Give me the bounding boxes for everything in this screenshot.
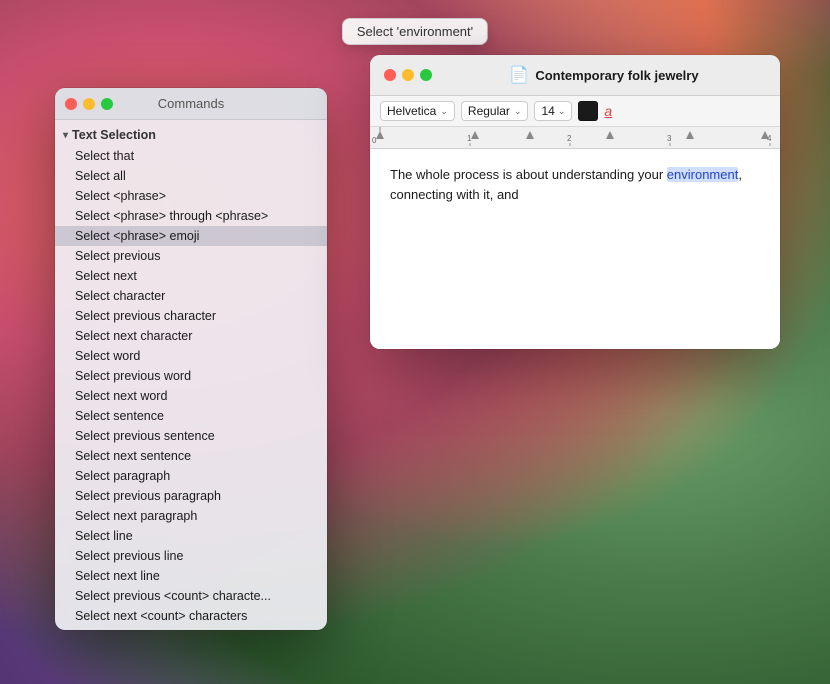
command-item[interactable]: Select paragraph [55,466,327,486]
font-style-arrow-icon: ⌄ [514,106,522,117]
font-size-arrow-icon: ⌄ [558,106,566,117]
editor-window: 📄 Contemporary folk jewelry Helvetica ⌄ … [370,55,780,349]
command-item[interactable]: Select previous paragraph [55,486,327,506]
commands-minimize-button[interactable] [83,98,95,110]
commands-items-list: Select thatSelect allSelect <phrase>Sele… [55,146,327,626]
font-size-selector[interactable]: 14 ⌄ [534,101,572,121]
text-before-highlight: The whole process is about understanding… [390,167,667,182]
command-item[interactable]: Select next [55,266,327,286]
document-icon: 📄 [509,65,529,85]
command-item[interactable]: Select that [55,146,327,166]
command-item[interactable]: Select next paragraph [55,506,327,526]
command-item[interactable]: Select <phrase> [55,186,327,206]
command-item[interactable]: Select previous [55,246,327,266]
command-item[interactable]: Select all [55,166,327,186]
svg-text:3: 3 [667,134,672,143]
command-item[interactable]: Select previous <count> characte... [55,586,327,606]
font-style-selector[interactable]: Regular ⌄ [461,101,529,121]
editor-maximize-button[interactable] [420,69,432,81]
editor-window-controls [384,69,432,81]
editor-close-button[interactable] [384,69,396,81]
svg-text:2: 2 [567,134,572,143]
editor-document-title: Contemporary folk jewelry [535,68,698,83]
editor-title-area: 📄 Contemporary folk jewelry [442,65,766,85]
command-item[interactable]: Select previous word [55,366,327,386]
commands-window-controls [65,98,113,110]
command-item[interactable]: Select <phrase> emoji [55,226,327,246]
editor-paragraph: The whole process is about understanding… [390,165,760,204]
font-family-selector[interactable]: Helvetica ⌄ [380,101,455,121]
command-item[interactable]: Select previous sentence [55,426,327,446]
command-item[interactable]: Select next line [55,566,327,586]
command-item[interactable]: Select previous line [55,546,327,566]
commands-window-title: Commands [158,96,224,111]
editor-titlebar: 📄 Contemporary folk jewelry [370,55,780,96]
editor-content-area[interactable]: The whole process is about understanding… [370,149,780,349]
section-label: Text Selection [72,128,156,142]
ruler-svg: 0 1 2 3 4 [370,127,780,146]
text-color-button[interactable]: a [604,103,612,119]
highlighted-word: environment [667,167,739,182]
commands-list: ▾ Text Selection Select thatSelect allSe… [55,120,327,630]
color-swatch[interactable] [578,101,598,121]
command-item[interactable]: Select line [55,526,327,546]
commands-maximize-button[interactable] [101,98,113,110]
command-item[interactable]: Select word [55,346,327,366]
commands-titlebar: Commands [55,88,327,120]
command-item[interactable]: Select previous character [55,306,327,326]
font-family-value: Helvetica [387,104,436,118]
section-chevron-icon: ▾ [63,130,68,141]
command-item[interactable]: Select <phrase> through <phrase> [55,206,327,226]
font-family-arrow-icon: ⌄ [440,106,448,117]
command-item[interactable]: Select character [55,286,327,306]
command-item[interactable]: Select sentence [55,406,327,426]
commands-window: Commands ▾ Text Selection Select thatSel… [55,88,327,630]
tooltip-text: Select 'environment' [357,24,473,39]
command-item[interactable]: Select next character [55,326,327,346]
svg-text:0: 0 [372,136,377,145]
command-item[interactable]: Select next sentence [55,446,327,466]
voice-command-tooltip: Select 'environment' [342,18,488,45]
editor-ruler: 0 1 2 3 4 [370,127,780,149]
font-style-value: Regular [468,104,510,118]
text-selection-section-header: ▾ Text Selection [55,124,327,146]
editor-minimize-button[interactable] [402,69,414,81]
command-item[interactable]: Select next <count> characters [55,606,327,626]
commands-close-button[interactable] [65,98,77,110]
command-item[interactable]: Select next word [55,386,327,406]
font-size-value: 14 [541,104,554,118]
editor-toolbar: Helvetica ⌄ Regular ⌄ 14 ⌄ a [370,96,780,127]
